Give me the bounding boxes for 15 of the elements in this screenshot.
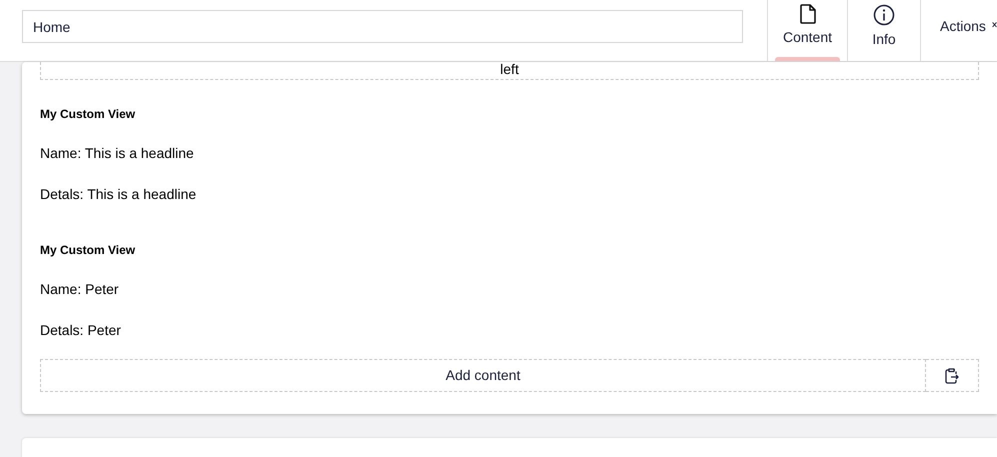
view-field: Name: Peter xyxy=(40,279,979,300)
view-title: My Custom View xyxy=(40,106,136,123)
close-icon xyxy=(992,20,997,30)
view-field: Detals: Peter xyxy=(40,320,979,341)
view-title: My Custom View xyxy=(40,242,136,259)
info-icon xyxy=(873,4,895,26)
actions-button[interactable]: Actions xyxy=(920,0,997,61)
paste-button[interactable] xyxy=(926,359,979,392)
slot-label: left xyxy=(500,61,519,77)
clipboard-icon xyxy=(945,368,959,384)
add-content-button[interactable]: Add content xyxy=(40,359,926,392)
view-field: Name: This is a headline xyxy=(40,143,979,164)
document-icon xyxy=(800,4,816,24)
search-field[interactable]: Home xyxy=(22,10,743,43)
view-field: Detals: This is a headline xyxy=(40,184,979,205)
